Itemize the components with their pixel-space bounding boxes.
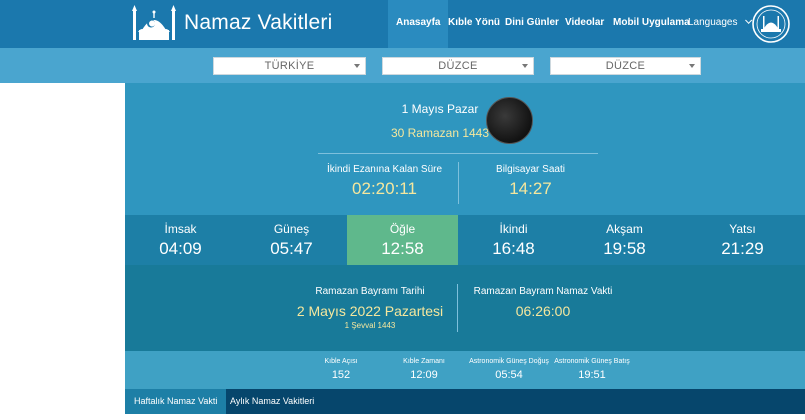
bayram-prayer-value: 06:26:00 <box>515 303 571 319</box>
prayer-name: İmsak <box>164 222 197 236</box>
prayer-ikindi: İkindi 16:48 <box>458 215 569 265</box>
country-select-value: TÜRKİYE <box>264 60 315 72</box>
mosque-logo-icon[interactable] <box>128 4 180 44</box>
astronomy-stats-bar <box>125 351 805 389</box>
prayer-time: 21:29 <box>721 239 764 258</box>
nav-dini-gunler[interactable]: Dini Günler <box>505 0 559 48</box>
clock-label: Bilgisayar Saati <box>496 164 565 175</box>
languages-dropdown[interactable]: Languages <box>688 0 753 48</box>
countdown-value: 02:20:11 <box>352 179 417 198</box>
prayer-name: İkindi <box>499 222 528 236</box>
prayer-ogle-current: Öğle 12:58 <box>347 215 458 265</box>
city-select[interactable]: DÜZCE <box>382 57 534 75</box>
nav-kible-yonu[interactable]: Kıble Yönü <box>448 0 500 48</box>
prayer-gunes: Güneş 05:47 <box>236 215 347 265</box>
dropdown-arrow-icon <box>689 64 695 68</box>
prayer-time: 04:09 <box>159 239 202 258</box>
dropdown-arrow-icon <box>354 64 360 68</box>
prayer-times-row: İmsak 04:09 Güneş 05:47 Öğle 12:58 İkind… <box>125 215 805 265</box>
country-select[interactable]: TÜRKİYE <box>213 57 366 75</box>
divider <box>457 284 458 332</box>
stat-label: Astronomik Güneş Doğuş <box>469 358 549 365</box>
clock-value: 14:27 <box>509 179 552 198</box>
nav-anasayfa[interactable]: Anasayfa <box>388 0 449 48</box>
languages-label: Languages <box>688 17 738 28</box>
diyanet-emblem-icon[interactable] <box>751 3 791 45</box>
stat-label: Astronomik Güneş Batış <box>554 358 630 365</box>
prayer-name: Güneş <box>273 222 310 236</box>
district-select-value: DÜZCE <box>605 60 646 72</box>
prayer-time: 19:58 <box>603 239 646 258</box>
stat-value: 19:51 <box>578 369 606 381</box>
divider <box>458 162 459 204</box>
prayer-time: 05:47 <box>270 239 313 258</box>
city-select-value: DÜZCE <box>438 60 478 72</box>
stat-value: 05:54 <box>495 369 523 381</box>
stat-value: 152 <box>331 369 351 381</box>
stat-label: Kıble Açısı <box>324 358 358 365</box>
stat-value: 12:09 <box>410 369 438 381</box>
countdown-label: İkindi Ezanına Kalan Süre <box>326 164 443 175</box>
bayram-date-value: 2 Mayıs 2022 Pazartesi <box>296 303 444 319</box>
district-select[interactable]: DÜZCE <box>550 57 701 75</box>
nav-mobil-uygulama[interactable]: Mobil Uygulama <box>613 0 690 48</box>
prayer-yatsi: Yatsı 21:29 <box>680 215 805 265</box>
brand-title[interactable]: Namaz Vakitleri <box>184 11 332 35</box>
prayer-aksam: Akşam 19:58 <box>569 215 680 265</box>
prayer-name: Akşam <box>606 222 643 236</box>
prayer-name: Öğle <box>389 222 416 236</box>
bayram-date-label: Ramazan Bayramı Tarihi <box>315 286 425 297</box>
tab-monthly[interactable]: Aylık Namaz Vakitleri <box>221 389 323 414</box>
nav-videolar[interactable]: Videolar <box>565 0 604 48</box>
bayram-hijri-value: 1 Şevval 1443 <box>344 321 396 330</box>
prayer-name: Yatsı <box>729 222 756 236</box>
prayer-imsak: İmsak 04:09 <box>125 215 236 265</box>
bayram-prayer-label: Ramazan Bayram Namaz Vakti <box>473 286 613 297</box>
prayer-time: 16:48 <box>492 239 535 258</box>
moon-phase-icon <box>486 97 533 144</box>
divider <box>318 153 598 154</box>
stat-label: Kıble Zamanı <box>403 358 445 365</box>
dropdown-arrow-icon <box>522 64 528 68</box>
prayer-time: 12:58 <box>381 239 424 258</box>
tab-weekly[interactable]: Haftalık Namaz Vakti <box>125 389 227 414</box>
